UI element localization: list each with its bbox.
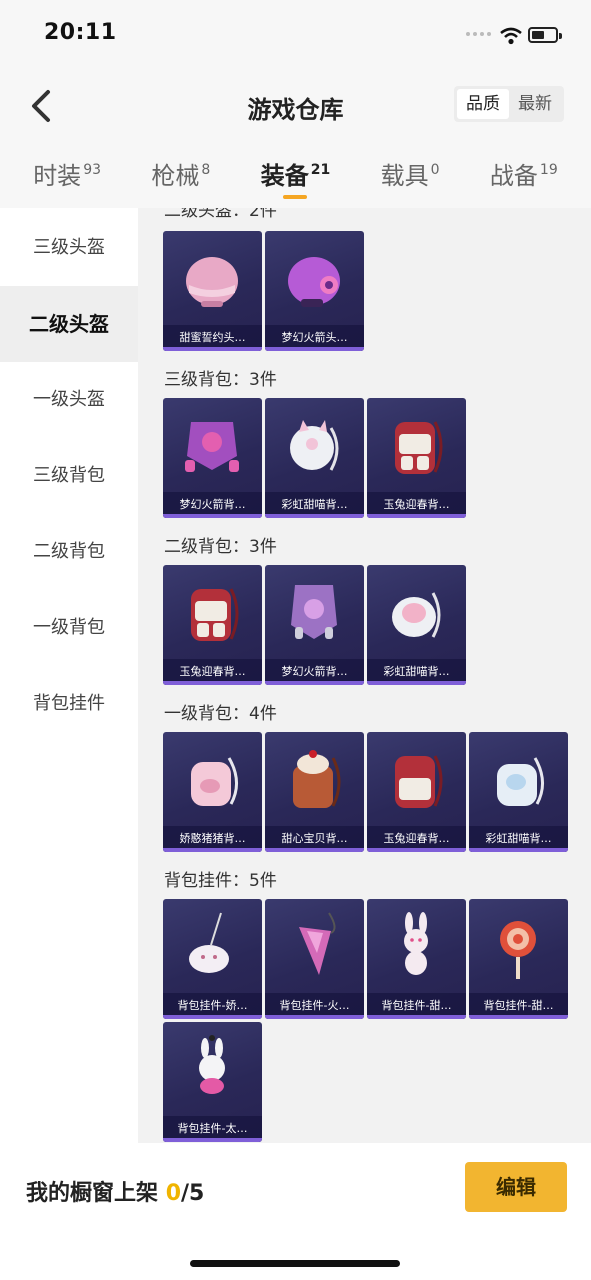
- footer: 我的橱窗上架 0/5 编辑: [0, 1143, 591, 1280]
- backpack-icon: [191, 757, 238, 806]
- status-bar: 20:11: [0, 0, 591, 72]
- backpack-icon: [291, 585, 337, 639]
- section-title: 背包挂件：5件: [164, 871, 277, 891]
- backpack-icon: [395, 421, 443, 474]
- item-card[interactable]: 梦幻火箭背…: [265, 565, 364, 685]
- sidebar-item-level2-helmet[interactable]: 二级头盔: [0, 286, 138, 362]
- item-list[interactable]: 二级头盔：2件 甜蜜誓约头… 梦幻火箭头… 三级背包：3件 梦幻火箭背… 彩虹甜…: [138, 208, 591, 1143]
- item-card[interactable]: 彩虹甜喵背…: [469, 732, 568, 852]
- section-title: 一级背包：4件: [164, 704, 277, 724]
- backpack-icon: [185, 422, 239, 472]
- charm-icon: [189, 912, 229, 973]
- item-card[interactable]: 玉兔迎春背…: [367, 398, 466, 518]
- sort-toggle: 品质 最新: [454, 86, 564, 122]
- item-card[interactable]: 背包挂件-甜…: [469, 899, 568, 1019]
- active-tab-indicator: [283, 195, 308, 199]
- showcase-status: 我的橱窗上架 0/5: [26, 1181, 205, 1206]
- backpack-icon: [392, 592, 441, 638]
- tab-fashion[interactable]: 时装 93: [33, 142, 101, 208]
- showcase-count: 0: [165, 1181, 181, 1206]
- signal-icon: [466, 32, 491, 36]
- helmet-icon: [186, 257, 238, 307]
- item-card[interactable]: 背包挂件-娇…: [163, 899, 262, 1019]
- item-grid: 梦幻火箭背… 彩虹甜喵背… 玉兔迎春背…: [163, 398, 573, 518]
- item-card[interactable]: 甜心宝贝背…: [265, 732, 364, 852]
- sidebar-item-level3-backpack[interactable]: 三级背包: [0, 438, 138, 514]
- backpack-icon: [191, 588, 239, 641]
- bunny-charm-icon: [199, 1035, 225, 1094]
- tab-equipment[interactable]: 装备 21: [261, 142, 330, 208]
- item-card[interactable]: 玉兔迎春背…: [367, 732, 466, 852]
- item-card[interactable]: 背包挂件-甜…: [367, 899, 466, 1019]
- sidebar-item-level3-helmet[interactable]: 三级头盔: [0, 210, 138, 286]
- item-card[interactable]: 彩虹甜喵背…: [265, 398, 364, 518]
- edit-button[interactable]: 编辑: [465, 1162, 567, 1212]
- section-title: 三级背包：3件: [164, 370, 277, 390]
- backpack-icon: [293, 750, 341, 808]
- sidebar-item-backpack-charm[interactable]: 背包挂件: [0, 666, 138, 742]
- item-card[interactable]: 梦幻火箭背…: [163, 398, 262, 518]
- sort-latest-button[interactable]: 最新: [509, 89, 561, 119]
- item-card[interactable]: 玉兔迎春背…: [163, 565, 262, 685]
- tab-vehicles[interactable]: 载具 0: [381, 142, 440, 208]
- backpack-icon: [395, 755, 443, 808]
- category-tabs: 时装 93 枪械 8 装备 21 载具 0 战备 19: [0, 142, 591, 208]
- item-card[interactable]: 背包挂件-火…: [265, 899, 364, 1019]
- rabbit-charm-icon: [404, 912, 428, 975]
- sort-quality-button[interactable]: 品质: [457, 89, 509, 119]
- sidebar: 三级头盔 二级头盔 一级头盔 三级背包 二级背包 一级背包 背包挂件: [0, 208, 138, 1143]
- sidebar-item-level1-helmet[interactable]: 一级头盔: [0, 362, 138, 438]
- sidebar-item-level2-backpack[interactable]: 二级背包: [0, 514, 138, 590]
- item-grid: 玉兔迎春背… 梦幻火箭背… 彩虹甜喵背…: [163, 565, 573, 685]
- wifi-icon: [500, 27, 522, 45]
- sidebar-item-level1-backpack[interactable]: 一级背包: [0, 590, 138, 666]
- home-indicator[interactable]: [190, 1260, 400, 1267]
- section-title: 二级头盔：2件: [164, 208, 277, 221]
- item-card[interactable]: 彩虹甜喵背…: [367, 565, 466, 685]
- item-card[interactable]: 娇憨猪猪背…: [163, 732, 262, 852]
- tab-supplies[interactable]: 战备 19: [490, 142, 558, 208]
- status-time: 20:11: [44, 20, 117, 45]
- tab-guns[interactable]: 枪械 8: [151, 142, 210, 208]
- battery-icon: [528, 27, 562, 43]
- lollipop-charm-icon: [500, 921, 536, 979]
- header: 游戏仓库 品质 最新: [0, 72, 591, 142]
- backpack-icon: [290, 420, 339, 471]
- showcase-total: /5: [181, 1181, 205, 1206]
- charm-icon: [299, 912, 336, 975]
- item-card[interactable]: 背包挂件-太…: [163, 1022, 262, 1142]
- item-card[interactable]: 梦幻火箭头…: [265, 231, 364, 351]
- item-grid: 娇憨猪猪背… 甜心宝贝背… 玉兔迎春背… 彩虹甜喵背…: [163, 732, 573, 852]
- item-grid: 甜蜜誓约头… 梦幻火箭头…: [163, 231, 573, 351]
- section-title: 二级背包：3件: [164, 537, 277, 557]
- item-card[interactable]: 甜蜜誓约头…: [163, 231, 262, 351]
- item-grid: 背包挂件-娇… 背包挂件-火… 背包挂件-甜… 背包挂件-甜… 背包挂件-太…: [163, 899, 573, 1142]
- backpack-icon: [497, 757, 544, 806]
- helmet-icon: [288, 257, 340, 307]
